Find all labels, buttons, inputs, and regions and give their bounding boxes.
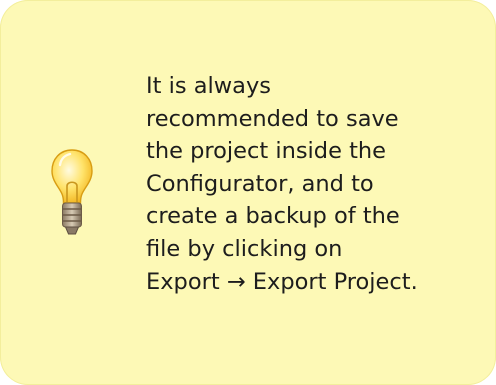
tip-text: It is always recommended to save the pro… bbox=[146, 73, 418, 295]
tip-note: It is always recommended to save the pro… bbox=[0, 0, 496, 385]
lightbulb-icon bbox=[50, 148, 94, 244]
